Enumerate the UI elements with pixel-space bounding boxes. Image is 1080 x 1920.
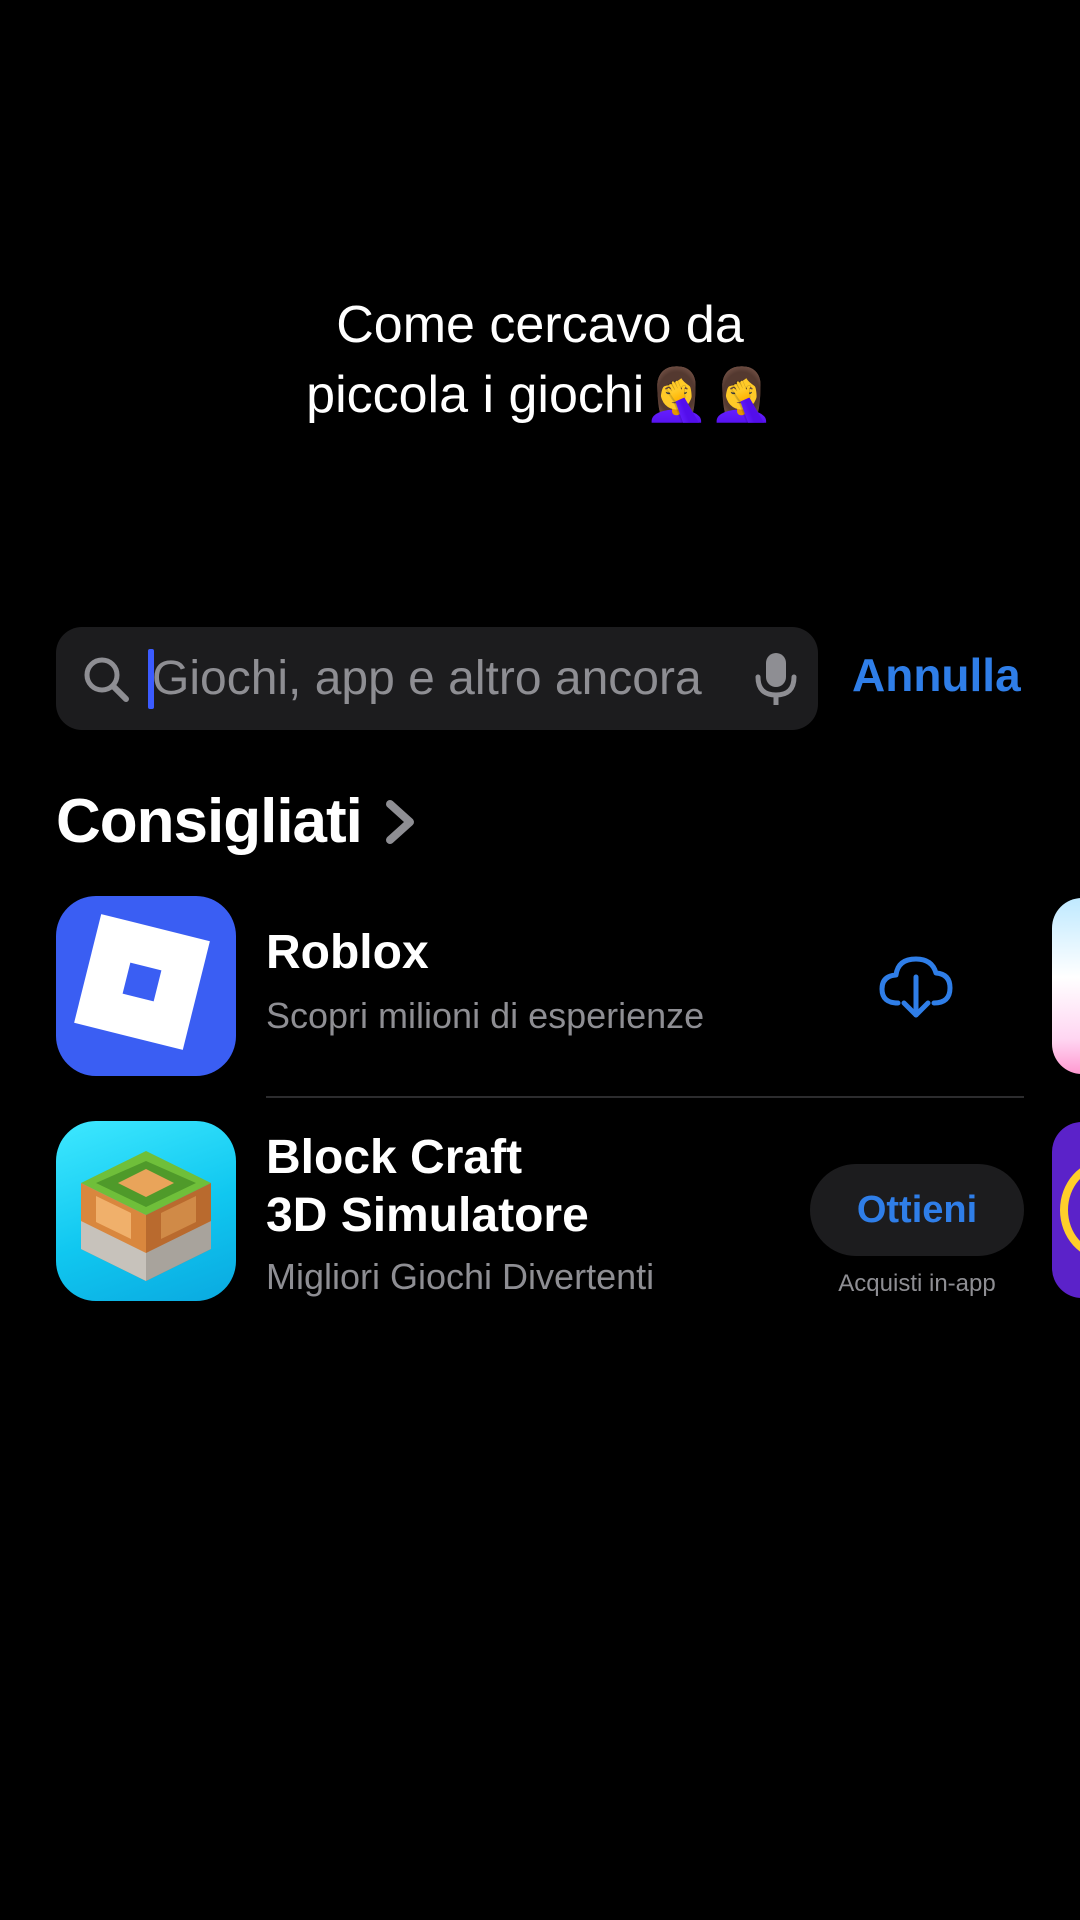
next-app-icon-partial[interactable] <box>1052 898 1080 1074</box>
caption-line-2: piccola i giochi🤦‍♀️🤦‍♀️ <box>306 366 774 424</box>
search-input[interactable] <box>152 627 732 730</box>
roblox-app-icon[interactable] <box>56 896 236 1076</box>
in-app-purchases-note: Acquisti in-app <box>838 1270 996 1297</box>
download-cloud-icon[interactable] <box>876 945 956 1025</box>
video-caption: Come cercavo da piccola i giochi🤦‍♀️🤦‍♀️ <box>0 290 1080 430</box>
search-icon <box>84 657 129 702</box>
app-name-line-1: Block Craft <box>266 1131 523 1184</box>
app-subtitle: Scopri milioni di esperienze <box>266 995 705 1036</box>
row-divider <box>266 1096 1024 1098</box>
section-title: Consigliati <box>56 787 363 856</box>
microphone-icon[interactable] <box>746 649 806 709</box>
caption-line-1: Come cercavo da <box>336 296 744 354</box>
chevron-right-icon <box>385 799 414 844</box>
cancel-button[interactable]: Annulla <box>852 648 1021 702</box>
block-craft-app-icon[interactable] <box>56 1121 236 1301</box>
app-name: Roblox <box>266 926 429 979</box>
get-button[interactable]: Ottieni <box>810 1164 1024 1256</box>
app-name-line-2: 3D Simulatore <box>266 1189 589 1242</box>
search-bar[interactable] <box>56 627 818 730</box>
next-app-icon-partial-2[interactable] <box>1052 1122 1080 1298</box>
roblox-logo <box>74 914 210 1050</box>
section-header-consigliati[interactable]: Consigliati <box>56 786 420 857</box>
block-craft-cube-art <box>81 1151 211 1281</box>
app-subtitle: Migliori Giochi Divertenti <box>266 1256 655 1297</box>
